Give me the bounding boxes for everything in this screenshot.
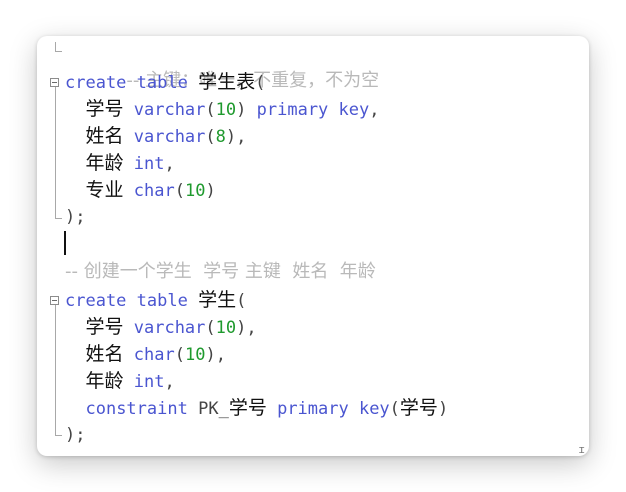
code-line: -- 创建一个学生 学号 主键 姓名 年龄 <box>65 258 376 285</box>
punctuation: ) <box>205 345 216 365</box>
data-type: int <box>133 154 165 174</box>
punctuation: , <box>164 154 175 174</box>
number-literal: 10 <box>215 318 237 338</box>
punctuation: , <box>164 372 175 392</box>
keyword: table <box>136 73 188 93</box>
sql-comment: -- 创建一个学生 学号 主键 姓名 年龄 <box>65 261 376 282</box>
punctuation: ) <box>236 100 247 120</box>
text-cursor <box>64 231 66 255</box>
column-name: 学号 <box>85 98 124 120</box>
constraint-name: 学号 <box>228 397 267 419</box>
number-literal: 10 <box>184 181 206 201</box>
number-literal: 10 <box>184 345 206 365</box>
code-line: 学号 varchar(10), <box>65 314 257 341</box>
punctuation: ( <box>205 318 216 338</box>
data-type: char <box>133 181 175 201</box>
punctuation: ); <box>65 425 86 445</box>
keyword: primary key <box>256 100 370 120</box>
code-line: create table 学生表( <box>65 69 265 96</box>
column-name: 学号 <box>85 316 124 338</box>
code-line: 姓名 varchar(8), <box>65 123 246 150</box>
punctuation: ( <box>174 181 185 201</box>
code-line: 年龄 int, <box>65 150 175 177</box>
punctuation: ); <box>65 207 86 227</box>
fold-end-marker <box>55 218 62 219</box>
number-literal: 10 <box>215 100 237 120</box>
data-type: varchar <box>133 100 206 120</box>
punctuation: ( <box>174 345 185 365</box>
data-type: char <box>133 345 175 365</box>
punctuation: ( <box>255 73 266 93</box>
code-line: ); <box>65 204 85 231</box>
punctuation: ) <box>205 181 216 201</box>
keyword: constraint <box>85 399 188 419</box>
keyword: primary key <box>277 399 390 419</box>
column-name: 专业 <box>85 179 124 201</box>
sql-code-editor[interactable]: -- 主键：唯一，不重复，不为空 create table 学生表( 学号 va… <box>37 36 589 456</box>
fold-guide <box>55 42 56 51</box>
fold-toggle-icon[interactable] <box>50 78 59 87</box>
keyword: create <box>65 73 127 93</box>
table-name: 学生表 <box>198 71 256 93</box>
column-name: 姓名 <box>85 343 124 365</box>
code-line: create table 学生( <box>65 287 246 314</box>
data-type: int <box>133 372 165 392</box>
number-literal: 8 <box>215 127 226 147</box>
punctuation: ( <box>205 100 216 120</box>
fold-end-marker <box>55 51 62 52</box>
punctuation: ) <box>236 318 247 338</box>
code-line: constraint PK_学号 primary key(学号) <box>65 395 448 422</box>
fold-end-marker <box>55 435 62 436</box>
code-line: -- 主键：唯一，不重复，不为空 <box>65 40 379 91</box>
table-name: 学生 <box>198 289 237 311</box>
keyword: table <box>136 291 188 311</box>
code-line: 专业 char(10) <box>65 177 216 204</box>
punctuation: ( <box>389 399 400 419</box>
punctuation: ( <box>236 291 247 311</box>
code-line: 姓名 char(10), <box>65 341 226 368</box>
code-line: 年龄 int, <box>65 368 175 395</box>
screenshot-card: -- 主键：唯一，不重复，不为空 create table 学生表( 学号 va… <box>37 36 589 456</box>
code-line: ); <box>65 422 85 449</box>
fold-guide <box>55 305 56 435</box>
fold-guide <box>55 87 56 218</box>
data-type: varchar <box>133 127 206 147</box>
identifier: PK_ <box>198 399 229 419</box>
punctuation: , <box>236 127 247 147</box>
column-name: 年龄 <box>85 370 124 392</box>
punctuation: , <box>246 318 257 338</box>
data-type: varchar <box>133 318 206 338</box>
column-name: 年龄 <box>85 152 124 174</box>
punctuation: ( <box>205 127 216 147</box>
punctuation: ) <box>437 399 449 419</box>
column-name: 学号 <box>399 397 438 419</box>
code-line: 学号 varchar(10) primary key, <box>65 96 379 123</box>
punctuation: ) <box>225 127 237 147</box>
resize-grip-icon[interactable]: ɪ <box>578 443 585 456</box>
punctuation: , <box>369 100 380 120</box>
punctuation: , <box>215 345 226 365</box>
keyword: create <box>65 291 127 311</box>
fold-toggle-icon[interactable] <box>50 296 59 305</box>
column-name: 姓名 <box>85 125 124 147</box>
